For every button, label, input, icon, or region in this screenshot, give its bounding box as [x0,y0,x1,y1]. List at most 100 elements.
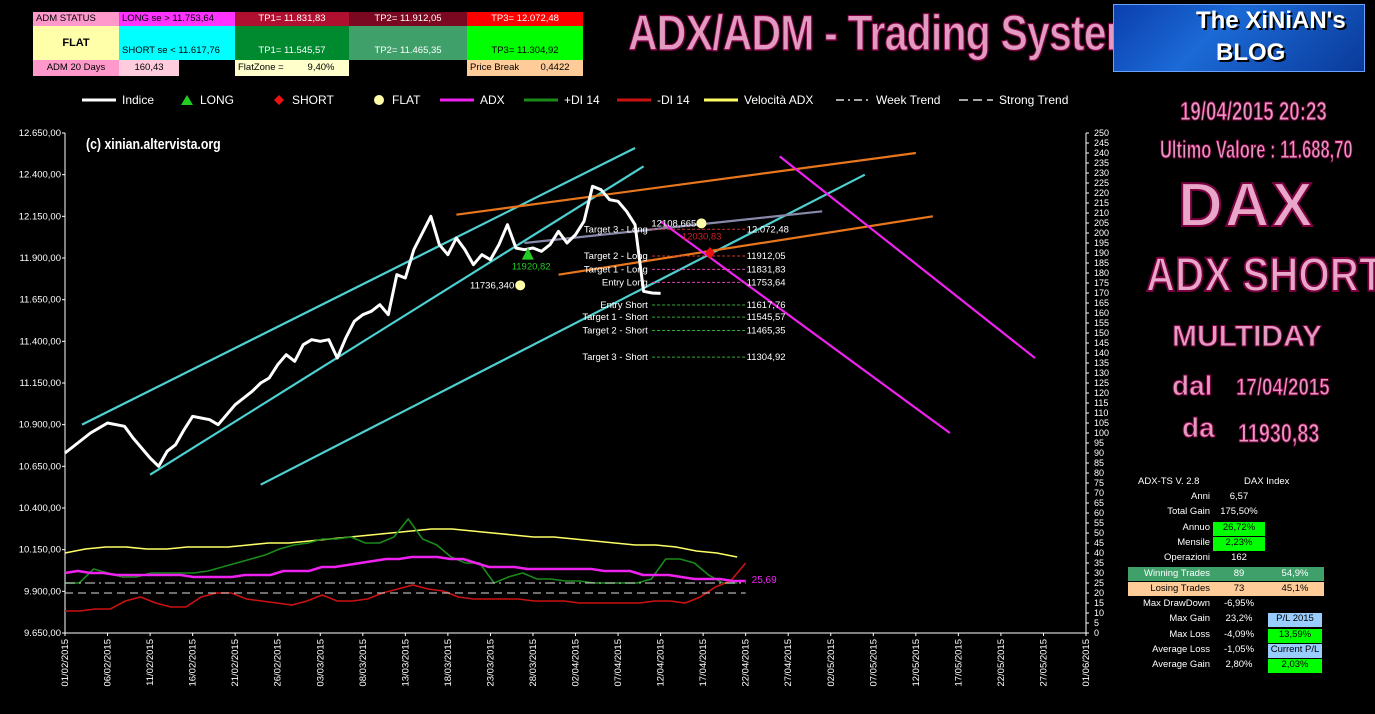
target-value: 11831,83 [747,264,786,275]
stat-extra: 54,9% [1281,567,1309,579]
signal: ADX SHORT [1145,248,1375,303]
stat-value: 6,57 [1229,491,1249,502]
symbol: DAX [1177,170,1315,241]
dash-icon [959,99,993,101]
y2-tick-label: 215 [1094,198,1109,208]
stat-label: Annuo [1182,521,1210,533]
x-tick-label: 18/03/2015 [443,639,454,687]
point-label: 11920,82 [512,262,551,273]
y-tick-label: 11.150,00 [19,378,61,389]
stat-label: Winning Trades [1143,567,1210,579]
legend-item-week-trend: Week Trend [836,93,940,107]
y2-tick-label: 210 [1094,208,1109,218]
y2-tick-label: 35 [1094,558,1104,568]
target-label: Target 1 - Long [584,264,648,275]
y2-tick-label: 30 [1094,568,1104,578]
blog-logo-line1: The XiNiAN's [1196,7,1346,34]
target-value: 11912,05 [747,251,786,262]
y-tick-label: 11.400,00 [19,336,61,347]
mdi-line [65,562,747,612]
target-label: Entry Short [600,300,648,311]
stat-extra: P/L 2015 [1268,613,1322,628]
y2-tick-label: 20 [1094,588,1104,598]
stat-extra: 2,03% [1268,659,1322,674]
legend-label: FLAT [392,93,421,107]
legend-item-adx: ADX [440,93,505,107]
chart-plot: 12.650,00 12.400,00 12.150,00 11.900,00 11.6… [19,128,1109,687]
y2-tick-label: 60 [1094,508,1104,518]
stat-extra: Current P/L [1268,644,1322,658]
stat-extra: 45,1% [1281,582,1309,594]
legend-label: LONG [200,93,235,107]
x-tick-label: 03/03/2015 [315,639,326,687]
y2-tick-label: 85 [1094,458,1104,468]
legend-item-flat: FLAT [372,93,420,107]
y-tick-label: 9.900,00 [24,586,61,597]
y2-tick-label: 180 [1094,268,1109,278]
stat-value: -1,05% [1223,644,1255,655]
x-tick-label: 12/04/2015 [656,639,667,687]
y2-tick-label: 75 [1094,478,1104,488]
y2-tick-label: 200 [1094,228,1109,238]
stats-title-left: ADX-TS V. 2.8 [1138,476,1200,487]
x-tick-label: 11/02/2015 [145,639,156,686]
y-tick-label: 10.900,00 [19,420,61,431]
circle-icon [374,95,384,105]
y2-tick-label: 185 [1094,258,1109,268]
y2-tick-label: 65 [1094,498,1104,508]
y2-tick-label: 175 [1094,278,1109,288]
point-label: 11736,340 [470,280,514,291]
stat-label: Total Gain [1167,506,1210,518]
stat-value: -4,09% [1223,628,1255,640]
y2-tick-label: 25 [1094,578,1104,588]
stat-label: Max Loss [1169,628,1210,640]
line-icon [440,98,474,102]
point-label: 12030,83 [682,231,722,242]
stat-extra: 13,59% [1268,628,1322,643]
trend-line [779,155,1036,359]
last-value: Ultimo Valore : 11.688,70 [1160,136,1353,165]
x-tick-label: 27/04/2015 [783,639,794,687]
legend-item-indice: Indice [82,93,154,107]
legend-label: -DI 14 [657,93,690,107]
stat-value: 73 [1233,582,1245,594]
y2-tick-label: 90 [1094,448,1104,458]
stat-value: 175,50% [1220,506,1258,518]
tp3-short: TP3= 11.304,92 [467,26,583,60]
x-tick-label: 13/03/2015 [400,639,411,687]
stat-value: 89 [1233,567,1245,579]
target-label: Target 1 - Short [582,312,648,323]
stat-label: Max DrawDown [1142,598,1210,610]
dashdot-icon [836,99,870,101]
point-label: 12108,665 [651,218,696,229]
y2-tick-label: 40 [1094,548,1104,558]
y2-tick-label: 115 [1094,398,1108,408]
line-icon [704,98,738,102]
adx-line [64,555,746,583]
y2-tick-label: 220 [1094,188,1109,198]
y2-tick-label: 140 [1094,348,1109,358]
flatzone-value: 9,40% [293,60,349,76]
long-threshold: LONG se > 11.753,64 [119,12,235,26]
y-tick-label: 10.150,00 [19,545,61,556]
y2-tick-label: 110 [1094,408,1108,418]
flat-status: FLAT [33,26,119,60]
at-value: 11930,83 [1238,418,1320,449]
y-tick-label: 11.650,00 [19,295,61,306]
from-date: 17/04/2015 [1236,374,1330,402]
y-tick-label: 10.400,00 [19,503,61,514]
adm20-value: 160,43 [119,60,179,76]
y2-tick-label: 230 [1094,168,1109,178]
line-icon [82,98,116,102]
blog-logo[interactable]: The XiNiAN's BLOG [1113,4,1365,72]
y2-tick-label: 235 [1094,158,1109,168]
legend-label: +DI 14 [564,93,600,107]
target-label: Entry Long [602,277,648,288]
watermark: (c) xinian.altervista.org [86,136,221,153]
x-tick-label: 23/03/2015 [485,639,496,687]
legend-label: Velocità ADX [744,93,814,107]
adx-last-value: 25,69 [752,575,777,586]
stat-value: 2,80% [1225,659,1253,671]
status-table: ADM STATUS LONG se > 11.753,64 TP1= 11.8… [33,12,583,76]
velocity-line [64,528,738,558]
